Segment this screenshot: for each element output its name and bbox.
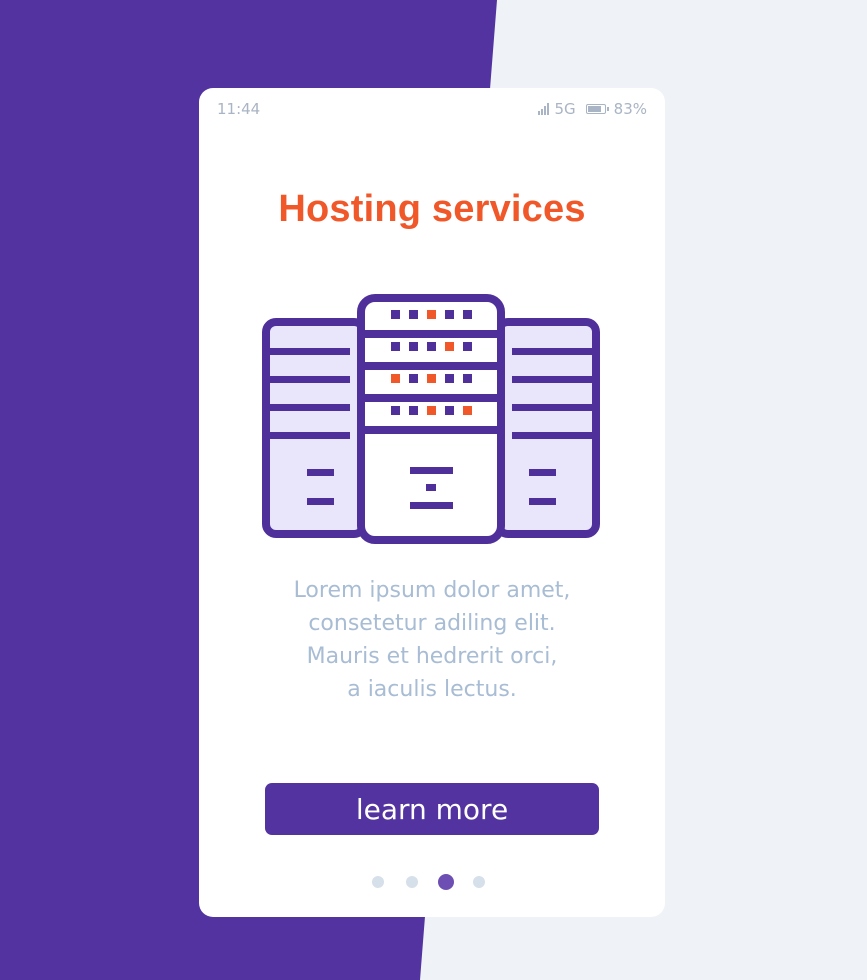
server-led [463,342,472,351]
description-text: Lorem ipsum dolor amet, consetetur adili… [199,574,665,706]
description-line: Lorem ipsum dolor amet, [293,578,571,603]
signal-bars-icon [538,103,550,115]
battery-icon [585,104,609,114]
server-led [427,374,436,383]
description-line: Mauris et hedrerit orci, [306,644,558,669]
server-led [409,406,418,415]
server-led [463,374,472,383]
status-time: 11:44 [217,100,261,118]
status-bar: 11:44 5G 83% [199,88,665,130]
battery-level-fill [587,106,601,112]
server-led [427,406,436,415]
pagination-dot[interactable] [406,876,418,888]
network-type: 5G [554,100,576,118]
description-line: consetetur adiling elit. [308,611,556,636]
server-led [409,374,418,383]
server-led [391,406,400,415]
center-server-rack [357,294,505,544]
server-led [445,342,454,351]
pagination-dot-active[interactable] [438,874,454,890]
onboarding-card: 11:44 5G 83% Hosting services Lorem ipsu… [199,88,665,917]
server-led [463,406,472,415]
server-rack-icon [262,294,600,544]
server-led [463,310,472,319]
description-line: a iaculis lectus. [347,677,517,702]
battery-percent: 83% [613,100,647,118]
server-led [427,310,436,319]
pagination-dots [199,874,665,890]
server-led [409,342,418,351]
server-led [427,342,436,351]
learn-more-button[interactable]: learn more [265,783,599,835]
server-led [445,374,454,383]
status-indicators: 5G 83% [538,100,647,118]
pagination-dot[interactable] [473,876,485,888]
right-server-tower [494,318,600,538]
page-title: Hosting services [278,188,586,230]
server-led [409,310,418,319]
server-led [445,310,454,319]
pagination-dot[interactable] [372,876,384,888]
server-led [391,342,400,351]
server-led [391,310,400,319]
server-led [391,374,400,383]
left-server-tower [262,318,368,538]
server-led [445,406,454,415]
